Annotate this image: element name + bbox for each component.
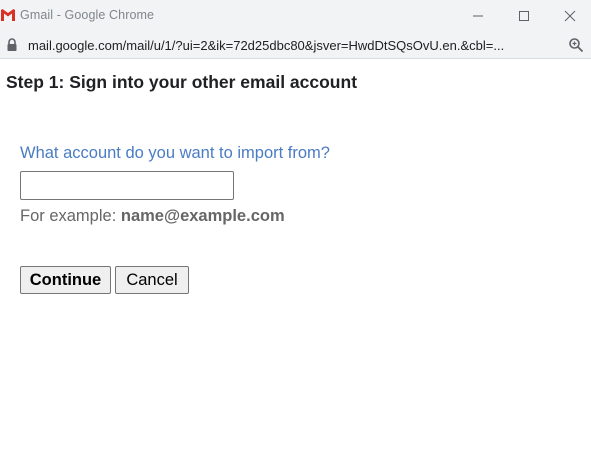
import-account-question: What account do you want to import from? bbox=[20, 144, 330, 162]
minimize-button[interactable] bbox=[455, 0, 501, 32]
continue-button[interactable]: Continue bbox=[20, 266, 111, 294]
maximize-icon bbox=[519, 11, 529, 21]
close-button[interactable] bbox=[547, 0, 591, 32]
url-text[interactable]: mail.google.com/mail/u/1/?ui=2&ik=72d25d… bbox=[28, 38, 552, 53]
window-title: Gmail - Google Chrome bbox=[20, 8, 155, 22]
example-email: name@example.com bbox=[120, 207, 285, 225]
lock-icon bbox=[7, 38, 17, 51]
cancel-button[interactable]: Cancel bbox=[115, 266, 189, 294]
email-address-input[interactable] bbox=[20, 171, 234, 200]
example-hint: For example: name@example.com bbox=[20, 207, 285, 226]
gmail-logo-icon bbox=[1, 9, 15, 21]
minimize-icon bbox=[473, 15, 483, 17]
window-titlebar: Gmail - Google Chrome bbox=[0, 0, 591, 32]
zoom-icon[interactable] bbox=[568, 37, 584, 53]
address-bar[interactable]: mail.google.com/mail/u/1/?ui=2&ik=72d25d… bbox=[0, 32, 591, 59]
example-prefix: For example: bbox=[20, 207, 121, 225]
page-title: Step 1: Sign into your other email accou… bbox=[6, 72, 358, 92]
page-content: Step 1: Sign into your other email accou… bbox=[0, 59, 591, 465]
maximize-button[interactable] bbox=[501, 0, 547, 32]
close-icon bbox=[564, 10, 576, 22]
